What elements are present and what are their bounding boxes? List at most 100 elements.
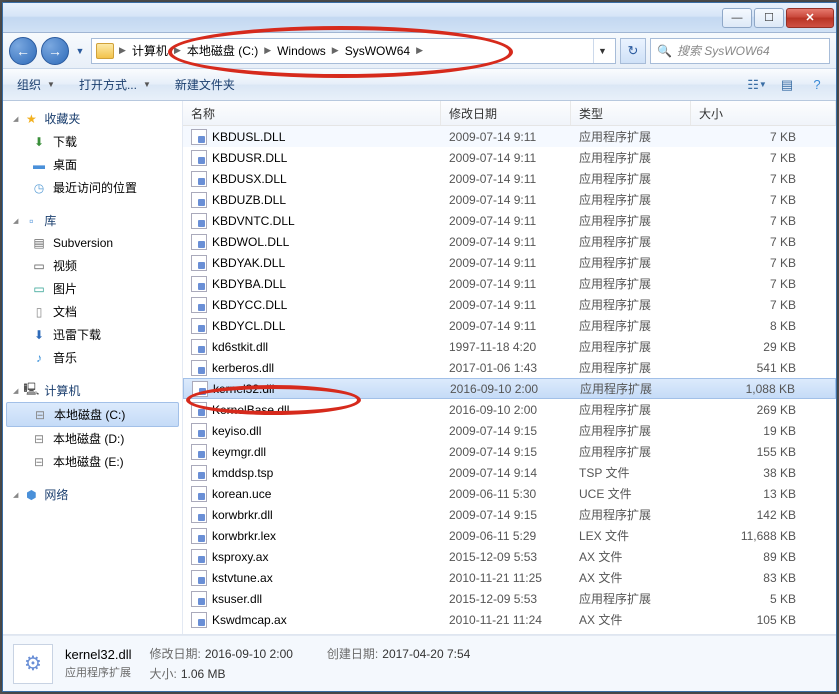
- table-row[interactable]: KBDUSR.DLL2009-07-14 9:11应用程序扩展7 KB: [183, 147, 836, 168]
- sidebar-item-documents[interactable]: ▯文档: [3, 300, 182, 323]
- table-row[interactable]: kmddsp.tsp2009-07-14 9:14TSP 文件38 KB: [183, 462, 836, 483]
- forward-button[interactable]: →: [41, 37, 69, 65]
- sidebar-item-videos[interactable]: ▭视频: [3, 254, 182, 277]
- sidebar-libraries-head[interactable]: ▫库: [3, 209, 182, 232]
- sidebar-item-drive-d[interactable]: ⊟本地磁盘 (D:): [3, 427, 182, 450]
- drive-icon: ⊟: [31, 431, 47, 447]
- breadcrumb-dropdown[interactable]: ▼: [593, 39, 611, 63]
- sidebar-item-drive-c[interactable]: ⊟本地磁盘 (C:): [6, 402, 179, 427]
- breadcrumb-sep[interactable]: ▶: [118, 45, 127, 56]
- sidebar-item-pictures[interactable]: ▭图片: [3, 277, 182, 300]
- col-type[interactable]: 类型: [571, 101, 691, 125]
- table-row[interactable]: keymgr.dll2009-07-14 9:15应用程序扩展155 KB: [183, 441, 836, 462]
- search-input[interactable]: 🔍 搜索 SysWOW64: [650, 38, 830, 64]
- details-filetype: 应用程序扩展: [65, 664, 132, 680]
- sidebar-network-head[interactable]: ⬢网络: [3, 483, 182, 506]
- file-type: 应用程序扩展: [571, 149, 691, 166]
- table-row[interactable]: KBDYCL.DLL2009-07-14 9:11应用程序扩展8 KB: [183, 315, 836, 336]
- breadcrumb-sep[interactable]: ▶: [173, 45, 182, 56]
- sidebar-item-desktop[interactable]: ▬桌面: [3, 153, 182, 176]
- breadcrumb-sep[interactable]: ▶: [415, 45, 424, 56]
- sidebar-item-drive-e[interactable]: ⊟本地磁盘 (E:): [3, 450, 182, 473]
- file-date: 2009-07-14 9:11: [441, 277, 571, 291]
- sidebar-item-music[interactable]: ♪音乐: [3, 346, 182, 369]
- view-options-button[interactable]: ☷ ▼: [746, 74, 768, 96]
- table-row[interactable]: keyiso.dll2009-07-14 9:15应用程序扩展19 KB: [183, 420, 836, 441]
- table-row[interactable]: Kswdmcap.ax2010-11-21 11:24AX 文件105 KB: [183, 609, 836, 630]
- nav-history-dropdown[interactable]: ▼: [73, 39, 87, 63]
- details-file-icon: ⚙: [13, 644, 53, 684]
- file-date: 2016-09-10 2:00: [441, 403, 571, 417]
- file-type: 应用程序扩展: [571, 443, 691, 460]
- file-name: kerberos.dll: [212, 361, 274, 375]
- close-button[interactable]: ✕: [786, 8, 834, 28]
- file-date: 2010-11-21 11:25: [441, 571, 571, 585]
- sidebar-item-downloads[interactable]: ⬇下载: [3, 130, 182, 153]
- refresh-button[interactable]: ↻: [620, 38, 646, 64]
- file-icon: [191, 339, 207, 355]
- new-folder-button[interactable]: 新建文件夹: [169, 73, 241, 96]
- breadcrumb-sep[interactable]: ▶: [263, 45, 272, 56]
- breadcrumb-windows[interactable]: Windows: [272, 44, 331, 58]
- toolbar: 组织▼ 打开方式...▼ 新建文件夹 ☷ ▼ ▤ ?: [3, 69, 836, 101]
- table-row[interactable]: KBDYCC.DLL2009-07-14 9:11应用程序扩展7 KB: [183, 294, 836, 315]
- breadcrumb-sep[interactable]: ▶: [331, 45, 340, 56]
- xunlei-icon: ⬇: [31, 327, 47, 343]
- file-date: 2010-11-21 11:24: [441, 613, 571, 627]
- computer-icon: 🖳: [23, 383, 39, 399]
- table-row[interactable]: kd6stkit.dll1997-11-18 4:20应用程序扩展29 KB: [183, 336, 836, 357]
- minimize-button[interactable]: —: [722, 8, 752, 28]
- table-row[interactable]: kerberos.dll2017-01-06 1:43应用程序扩展541 KB: [183, 357, 836, 378]
- file-name: KBDWOL.DLL: [212, 235, 289, 249]
- file-size: 13 KB: [691, 487, 836, 501]
- table-row[interactable]: korwbrkr.dll2009-07-14 9:15应用程序扩展142 KB: [183, 504, 836, 525]
- file-date: 2009-07-14 9:15: [441, 508, 571, 522]
- sidebar-favorites-head[interactable]: ★收藏夹: [3, 107, 182, 130]
- desktop-icon: ▬: [31, 157, 47, 173]
- search-icon: 🔍: [657, 44, 672, 58]
- col-date[interactable]: 修改日期: [441, 101, 571, 125]
- breadcrumb-computer[interactable]: 计算机: [127, 42, 173, 59]
- col-name[interactable]: 名称: [183, 101, 441, 125]
- table-row[interactable]: ksuser.dll2015-12-09 5:53应用程序扩展5 KB: [183, 588, 836, 609]
- details-size-value: 1.06 MB: [181, 667, 226, 681]
- table-row[interactable]: kstvtune.ax2010-11-21 11:25AX 文件83 KB: [183, 567, 836, 588]
- organize-menu[interactable]: 组织▼: [11, 73, 61, 96]
- file-date: 2015-12-09 5:53: [441, 592, 571, 606]
- preview-pane-button[interactable]: ▤: [776, 74, 798, 96]
- breadcrumb-syswow64[interactable]: SysWOW64: [340, 44, 415, 58]
- file-size: 7 KB: [691, 214, 836, 228]
- sidebar-computer-head[interactable]: 🖳计算机: [3, 379, 182, 402]
- table-row[interactable]: KBDUSL.DLL2009-07-14 9:11应用程序扩展7 KB: [183, 126, 836, 147]
- file-date: 2009-07-14 9:11: [441, 172, 571, 186]
- sidebar-item-subversion[interactable]: ▤Subversion: [3, 232, 182, 254]
- table-row[interactable]: KBDWOL.DLL2009-07-14 9:11应用程序扩展7 KB: [183, 231, 836, 252]
- help-button[interactable]: ?: [806, 74, 828, 96]
- table-row[interactable]: kernel32.dll2016-09-10 2:00应用程序扩展1,088 K…: [183, 378, 836, 399]
- table-row[interactable]: KernelBase.dll2016-09-10 2:00应用程序扩展269 K…: [183, 399, 836, 420]
- drive-icon: ⊟: [31, 454, 47, 470]
- sidebar-item-xunlei[interactable]: ⬇迅雷下载: [3, 323, 182, 346]
- breadcrumb[interactable]: ▶ 计算机 ▶ 本地磁盘 (C:) ▶ Windows ▶ SysWOW64 ▶…: [91, 38, 616, 64]
- col-size[interactable]: 大小: [691, 101, 836, 125]
- file-name: Kswdmcap.ax: [212, 613, 287, 627]
- file-type: AX 文件: [571, 569, 691, 586]
- back-button[interactable]: ←: [9, 37, 37, 65]
- file-name: korwbrkr.lex: [212, 529, 276, 543]
- table-row[interactable]: korwbrkr.lex2009-06-11 5:29LEX 文件11,688 …: [183, 525, 836, 546]
- recent-icon: ◷: [31, 180, 47, 196]
- sidebar-item-recent[interactable]: ◷最近访问的位置: [3, 176, 182, 199]
- address-bar: ← → ▼ ▶ 计算机 ▶ 本地磁盘 (C:) ▶ Windows ▶ SysW…: [3, 33, 836, 69]
- breadcrumb-drive-c[interactable]: 本地磁盘 (C:): [182, 42, 263, 59]
- table-row[interactable]: KBDVNTC.DLL2009-07-14 9:11应用程序扩展7 KB: [183, 210, 836, 231]
- maximize-button[interactable]: ☐: [754, 8, 784, 28]
- file-size: 7 KB: [691, 298, 836, 312]
- table-row[interactable]: ksproxy.ax2015-12-09 5:53AX 文件89 KB: [183, 546, 836, 567]
- table-row[interactable]: KBDUZB.DLL2009-07-14 9:11应用程序扩展7 KB: [183, 189, 836, 210]
- table-row[interactable]: KBDUSX.DLL2009-07-14 9:11应用程序扩展7 KB: [183, 168, 836, 189]
- file-icon: [191, 507, 207, 523]
- open-with-menu[interactable]: 打开方式...▼: [73, 73, 157, 96]
- table-row[interactable]: KBDYBA.DLL2009-07-14 9:11应用程序扩展7 KB: [183, 273, 836, 294]
- table-row[interactable]: korean.uce2009-06-11 5:30UCE 文件13 KB: [183, 483, 836, 504]
- table-row[interactable]: KBDYAK.DLL2009-07-14 9:11应用程序扩展7 KB: [183, 252, 836, 273]
